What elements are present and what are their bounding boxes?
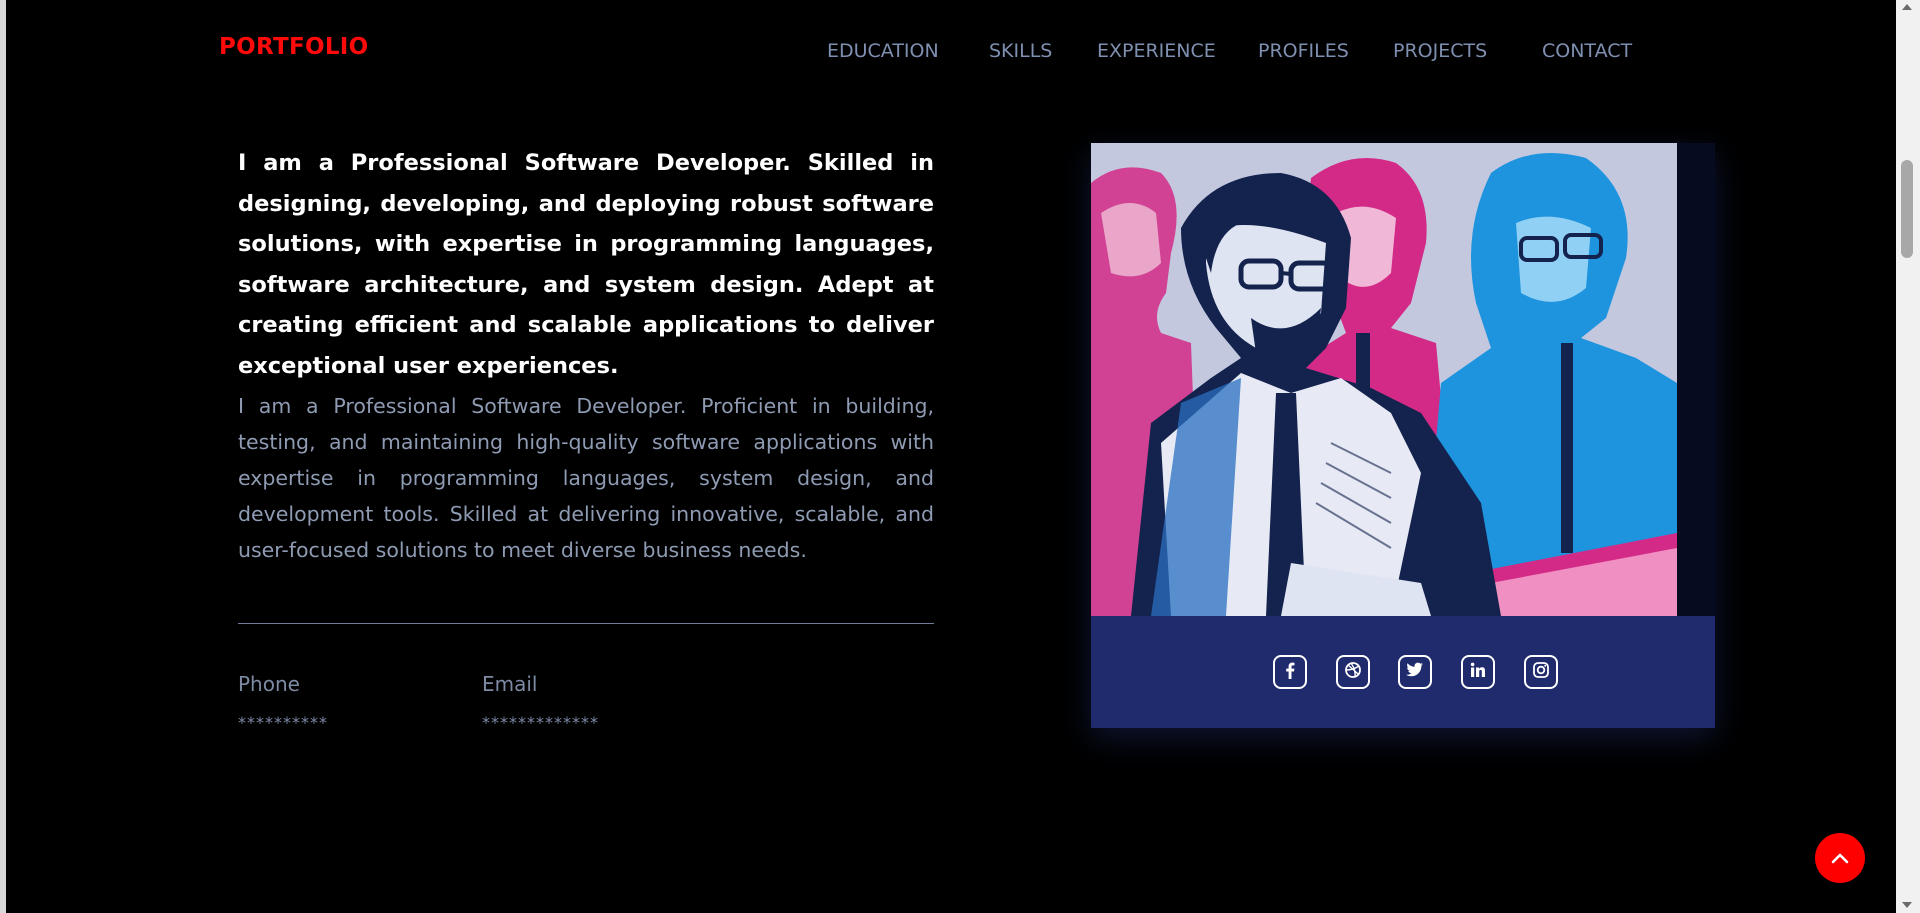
instagram-icon xyxy=(1532,661,1550,683)
nav-link-skills[interactable]: SKILLS xyxy=(989,40,1052,62)
scroll-up-arrow-icon[interactable] xyxy=(1902,4,1912,10)
about-lead: I am a Professional Software Developer. … xyxy=(238,150,934,379)
instagram-button[interactable] xyxy=(1524,655,1558,689)
phone-label: Phone xyxy=(238,672,300,696)
linkedin-icon xyxy=(1470,662,1486,682)
email-value: ************* xyxy=(482,713,599,732)
social-bar xyxy=(1091,616,1715,728)
developers-illustration xyxy=(1091,143,1677,616)
nav-link-profiles[interactable]: PROFILES xyxy=(1258,40,1349,62)
dribbble-icon xyxy=(1344,661,1362,683)
scroll-to-top-button[interactable] xyxy=(1815,833,1865,883)
main-nav: EDUCATION SKILLS EXPERIENCE PROFILES PRO… xyxy=(6,40,1896,70)
divider xyxy=(238,623,934,624)
nav-link-projects[interactable]: PROJECTS xyxy=(1393,40,1487,62)
page: PORTFOLIO EDUCATION SKILLS EXPERIENCE PR… xyxy=(6,0,1896,913)
twitter-icon xyxy=(1406,662,1424,682)
nav-link-contact[interactable]: CONTACT xyxy=(1542,40,1632,62)
facebook-button[interactable] xyxy=(1273,655,1307,689)
email-label: Email xyxy=(482,672,538,696)
dribbble-button[interactable] xyxy=(1336,655,1370,689)
nav-link-education[interactable]: EDUCATION xyxy=(827,40,939,62)
facebook-icon xyxy=(1282,661,1298,683)
page-scrollbar[interactable] xyxy=(1896,0,1920,913)
linkedin-button[interactable] xyxy=(1461,655,1495,689)
phone-value: ********** xyxy=(238,713,328,732)
about-description: I am a Professional Software Developer. … xyxy=(238,394,934,562)
chevron-up-icon xyxy=(1831,849,1849,868)
nav-link-experience[interactable]: EXPERIENCE xyxy=(1097,40,1216,62)
profile-card xyxy=(1091,143,1715,728)
scroll-thumb[interactable] xyxy=(1901,160,1913,258)
scroll-down-arrow-icon[interactable] xyxy=(1902,902,1912,908)
twitter-button[interactable] xyxy=(1398,655,1432,689)
